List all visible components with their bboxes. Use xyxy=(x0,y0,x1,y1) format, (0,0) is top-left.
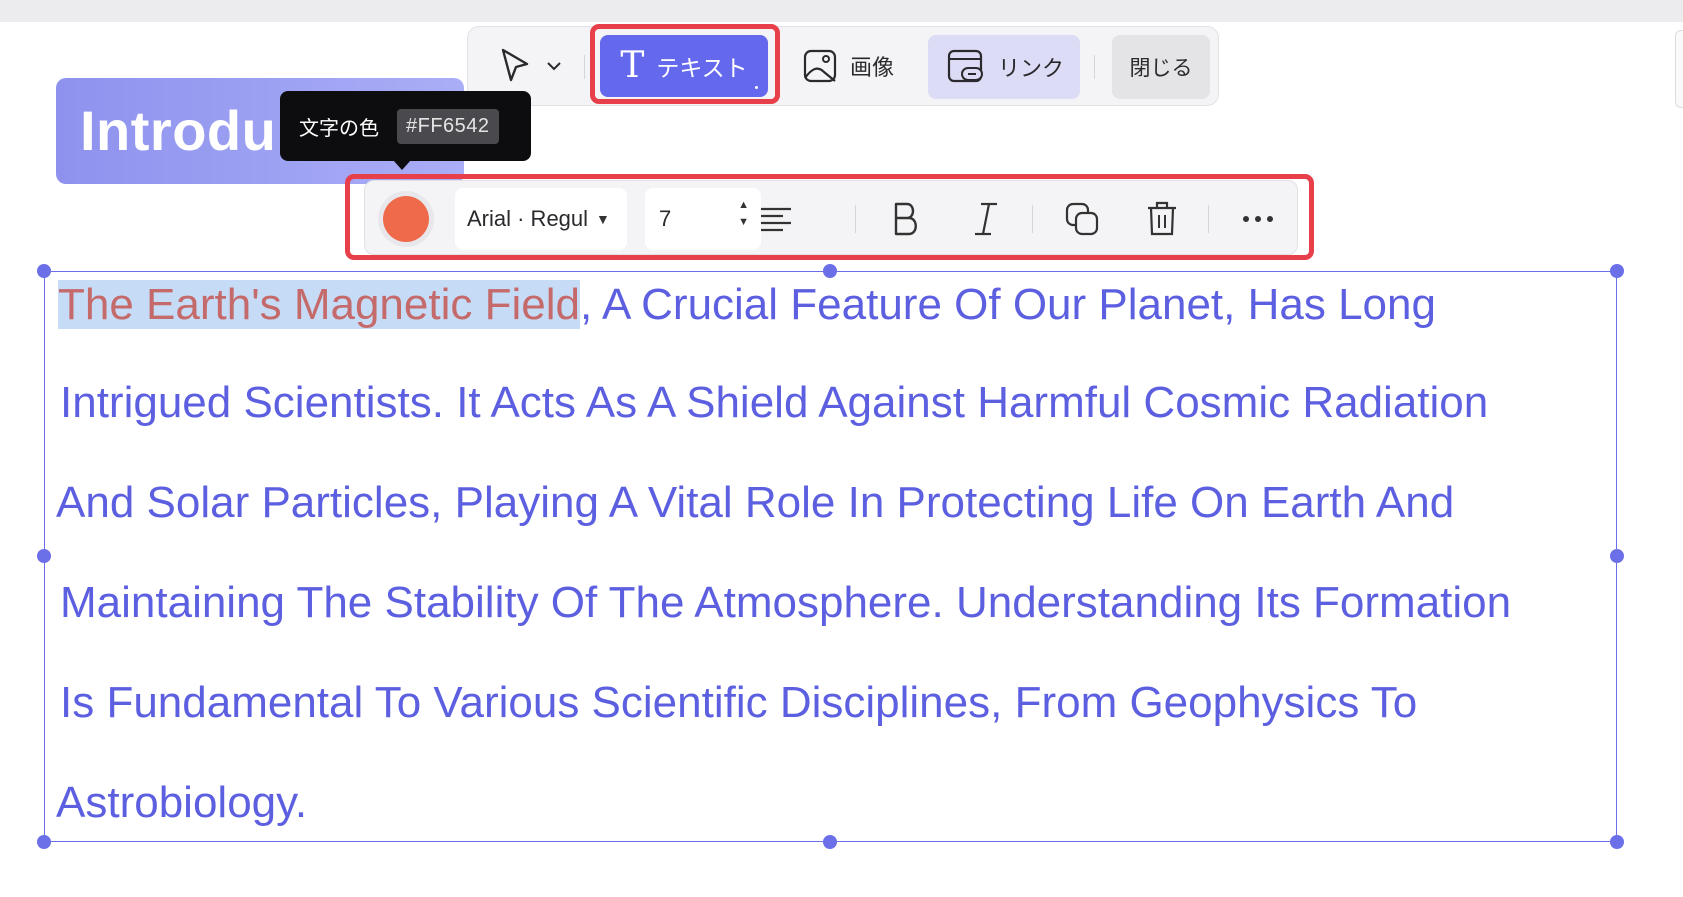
paragraph-line-3[interactable]: And Solar Particles, Playing A Vital Rol… xyxy=(56,478,1454,528)
resize-handle-top-right[interactable] xyxy=(1610,264,1624,278)
duplicate-icon xyxy=(1065,202,1099,236)
resize-handle-bottom-right[interactable] xyxy=(1610,835,1624,849)
text-format-toolbar: Arial · Regul ▼ 7 ▲ ▼ xyxy=(364,180,1298,255)
resize-handle-bottom-center[interactable] xyxy=(823,835,837,849)
italic-button[interactable] xyxy=(962,195,1010,243)
resize-handle-bottom-left[interactable] xyxy=(37,835,51,849)
toolbar-divider xyxy=(855,205,856,233)
resize-handle-middle-right[interactable] xyxy=(1610,549,1624,563)
bold-icon xyxy=(894,202,917,236)
stepper-arrows[interactable]: ▲ ▼ xyxy=(738,200,749,228)
tooltip-label: 文字の色 xyxy=(299,117,379,140)
text-color-tooltip: 文字の色 #FF6542 xyxy=(280,91,531,170)
bold-button[interactable] xyxy=(881,195,929,243)
link-tool-label: リンク xyxy=(998,56,1065,81)
italic-icon xyxy=(975,202,997,236)
close-button-label: 閉じる xyxy=(1129,57,1193,80)
line-text: And Solar Particles, Playing A Vital Rol… xyxy=(56,478,1455,527)
editor-canvas: Introdu T テキスト 画像 リンク 閉じる Arial · Regul … xyxy=(0,0,1683,897)
chevron-down-icon[interactable] xyxy=(546,61,562,71)
line-text: , A Crucial Feature Of Our Planet, Has L… xyxy=(579,280,1436,329)
link-icon xyxy=(947,49,983,83)
font-size-stepper[interactable]: 7 ▲ ▼ xyxy=(645,188,761,250)
resize-handle-top-left[interactable] xyxy=(37,264,51,278)
line-text: Astrobiology. xyxy=(56,778,308,827)
toolbar-divider xyxy=(1208,205,1209,233)
image-tool-label: 画像 xyxy=(850,55,895,80)
text-box-selection[interactable] xyxy=(44,271,1617,842)
paragraph-line-4[interactable]: Maintaining The Stability Of The Atmosph… xyxy=(60,578,1511,628)
font-size-value: 7 xyxy=(659,206,672,231)
close-button[interactable]: 閉じる xyxy=(1112,35,1210,99)
dropdown-caret-icon: ▼ xyxy=(596,211,610,227)
font-family-select[interactable]: Arial · Regul ▼ xyxy=(455,188,627,250)
title-text: Introdu xyxy=(80,99,277,162)
toolbar-divider xyxy=(584,55,585,79)
select-tool-button[interactable] xyxy=(486,41,576,91)
text-color-button[interactable] xyxy=(378,191,434,247)
top-strip xyxy=(0,0,1683,22)
line-text: Maintaining The Stability Of The Atmosph… xyxy=(60,578,1512,627)
trash-icon xyxy=(1148,201,1176,236)
text-t-icon: T xyxy=(620,45,645,86)
paragraph-line-2[interactable]: Intrigued Scientists. It Acts As A Shiel… xyxy=(60,378,1488,428)
align-left-icon xyxy=(761,207,791,232)
paragraph-line-1[interactable]: The Earth's Magnetic Field, A Crucial Fe… xyxy=(58,280,1436,330)
resize-handle-top-center[interactable] xyxy=(823,264,837,278)
line-text: Is Fundamental To Various Scientific Dis… xyxy=(60,678,1418,727)
paragraph-line-5[interactable]: Is Fundamental To Various Scientific Dis… xyxy=(60,678,1417,728)
delete-button[interactable] xyxy=(1138,195,1186,243)
line-text: Intrigued Scientists. It Acts As A Shiel… xyxy=(60,378,1489,427)
paragraph-line-6[interactable]: Astrobiology. xyxy=(56,778,307,828)
align-button[interactable] xyxy=(752,195,800,243)
selected-text[interactable]: The Earth's Magnetic Field xyxy=(58,280,580,329)
corner-dot xyxy=(755,86,758,89)
image-icon xyxy=(803,49,837,83)
more-options-button[interactable] xyxy=(1234,195,1282,243)
tooltip-hex-value: #FF6542 xyxy=(397,108,499,144)
top-toolbar: T テキスト 画像 リンク 閉じる xyxy=(467,26,1219,106)
decrement-arrow-icon[interactable]: ▼ xyxy=(738,217,749,228)
increment-arrow-icon[interactable]: ▲ xyxy=(738,200,749,211)
cursor-icon xyxy=(501,48,529,82)
text-color-swatch xyxy=(383,196,429,242)
link-tool-button[interactable]: リンク xyxy=(928,35,1080,99)
resize-handle-middle-left[interactable] xyxy=(37,549,51,563)
image-tool-button[interactable]: 画像 xyxy=(790,41,910,91)
text-tool-label: テキスト xyxy=(656,55,748,81)
text-tool-button[interactable]: T テキスト xyxy=(600,35,768,97)
side-panel-edge[interactable] xyxy=(1675,30,1683,108)
font-family-value: Arial · Regul xyxy=(467,206,589,231)
duplicate-button[interactable] xyxy=(1058,195,1106,243)
more-horizontal-icon xyxy=(1243,216,1273,222)
toolbar-divider xyxy=(1094,55,1095,79)
toolbar-divider xyxy=(1032,205,1033,233)
